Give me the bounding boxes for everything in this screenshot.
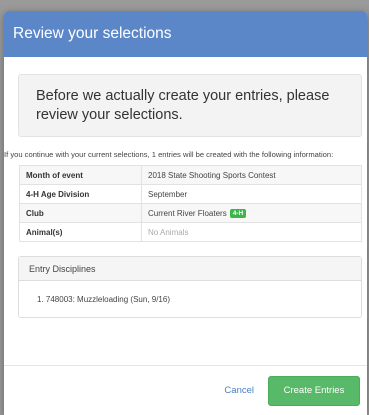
review-notice-text: Before we actually create your entries, … [36, 88, 330, 123]
review-selections-modal: Review your selections Before we actuall… [4, 11, 367, 415]
age-division-label: 4-H Age Division [19, 184, 142, 204]
modal-title: Review your selections [13, 25, 172, 42]
club-cell: Current River Floaters 4-H [141, 203, 362, 223]
entry-disciplines-heading: Entry Disciplines [19, 257, 361, 281]
month-of-event-label: Month of event [19, 165, 142, 185]
table-row: Animal(s) No Animals [19, 222, 362, 242]
age-division-value: September [141, 184, 362, 204]
modal-header: Review your selections [4, 11, 367, 57]
entry-disciplines-list: 1. 748003: Muzzleloading (Sun, 9/16) [19, 281, 361, 317]
cancel-button[interactable]: Cancel [224, 385, 254, 396]
selection-details-table: Month of event 2018 State Shooting Sport… [19, 165, 362, 242]
create-entries-button[interactable]: Create Entries [268, 375, 360, 406]
table-row: Month of event 2018 State Shooting Sport… [19, 165, 362, 185]
club-type-badge: 4-H [229, 208, 247, 218]
club-label: Club [19, 203, 142, 223]
animals-label: Animal(s) [19, 222, 142, 242]
entry-disciplines-panel: Entry Disciplines 1. 748003: Muzzleloadi… [18, 256, 362, 318]
month-of-event-value: 2018 State Shooting Sports Contest [141, 165, 362, 185]
modal-footer: Cancel Create Entries [4, 365, 367, 415]
table-row: Club Current River Floaters 4-H [19, 203, 362, 223]
modal-body: Before we actually create your entries, … [4, 57, 367, 318]
animals-value: No Animals [141, 222, 362, 242]
list-item: 1. 748003: Muzzleloading (Sun, 9/16) [37, 294, 170, 304]
entries-info-text: If you continue with your current select… [4, 150, 334, 159]
table-row: 4-H Age Division September [19, 184, 362, 204]
review-notice: Before we actually create your entries, … [18, 74, 362, 137]
club-value: Current River Floaters [148, 208, 227, 218]
